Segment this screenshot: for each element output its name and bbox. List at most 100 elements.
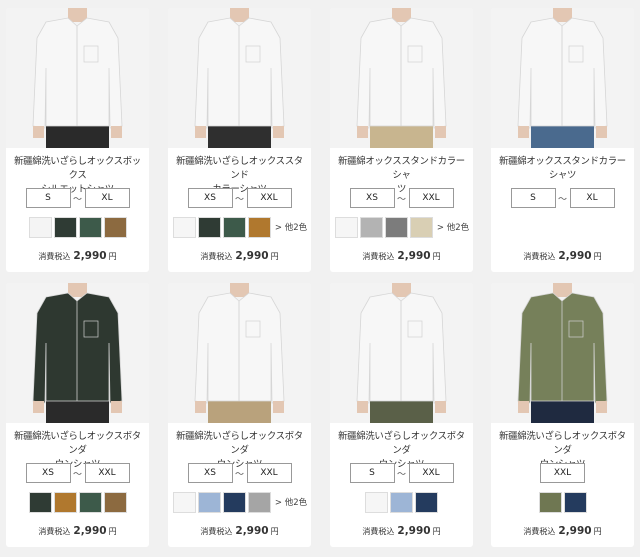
color-swatch[interactable]	[197, 216, 221, 238]
color-swatch[interactable]	[78, 216, 102, 238]
color-swatch[interactable]	[53, 216, 77, 238]
currency-yen: 円	[108, 527, 117, 536]
product-card[interactable]: 新疆綿洗いざらしオックスボックス シルエットシャツ S ～ XL 消費税込 2,990 円	[6, 8, 149, 272]
product-photo[interactable]	[330, 8, 473, 148]
product-photo[interactable]	[6, 283, 149, 423]
color-swatches: > 他2色	[330, 216, 473, 238]
color-swatch[interactable]	[390, 491, 413, 513]
size-range: XS ～ XXL	[330, 188, 473, 208]
size-range-separator: ～	[557, 194, 567, 205]
price-amount: 2,990	[73, 525, 107, 537]
shirt-icon	[330, 283, 473, 423]
product-card[interactable]: 新疆綿オックススタンドカラーシャツ XS ～ XXL > 他2色 消費税込 2,990 円	[330, 8, 473, 272]
size-max-box[interactable]: XL	[84, 188, 130, 208]
color-swatch[interactable]	[334, 216, 358, 238]
color-swatch[interactable]	[384, 216, 408, 238]
shirt-icon	[330, 8, 473, 148]
color-swatch[interactable]	[359, 216, 383, 238]
product-photo[interactable]	[6, 8, 149, 148]
color-swatch[interactable]	[563, 491, 587, 513]
color-swatch[interactable]	[172, 216, 196, 238]
color-swatches	[330, 491, 473, 513]
size-min-box[interactable]: S	[510, 188, 556, 208]
color-swatch[interactable]	[222, 491, 246, 513]
product-photo[interactable]	[168, 283, 311, 423]
color-swatches: > 他2色	[168, 491, 311, 513]
size-max-box[interactable]: XXL	[84, 463, 130, 483]
color-swatch[interactable]	[247, 491, 271, 513]
color-swatch[interactable]	[365, 491, 388, 513]
color-swatch[interactable]	[103, 216, 127, 238]
color-swatches	[6, 491, 149, 513]
product-price: 消費税込 2,990 円	[168, 244, 311, 263]
shirt-icon	[6, 283, 149, 423]
product-title-line1: 新疆綿洗いざらしオックスボタンダ	[176, 431, 303, 456]
color-swatches	[491, 216, 634, 238]
product-card[interactable]: 新疆綿洗いざらしオックスボタンダ ウンシャツ S ～ XXL 消費税込 2,990 円	[330, 283, 473, 547]
currency-yen: 円	[270, 252, 279, 261]
product-title[interactable]: 新疆綿オックススタンドカラーシャツ	[495, 155, 630, 183]
product-price: 消費税込 2,990 円	[491, 519, 634, 538]
product-card[interactable]: 新疆綿洗いざらしオックスボタンダウンシャツXXL消費税込2,990円	[491, 283, 634, 547]
color-swatch[interactable]	[415, 491, 438, 513]
size-max-box[interactable]: XL	[569, 188, 615, 208]
product-title-line1: 新疆綿洗いざらしオックスボタンダ	[338, 431, 465, 456]
tax-included-label: 消費税込	[200, 252, 233, 261]
more-colors-link[interactable]: > 他2色	[437, 221, 469, 233]
product-grid: 新疆綿洗いざらしオックスボックス シルエットシャツ S ～ XL 消費税込 2,990 円 新…	[0, 0, 640, 557]
product-photo[interactable]	[168, 8, 311, 148]
product-photo[interactable]	[491, 8, 634, 148]
product-card[interactable]: 新疆綿洗いざらしオックスボタンダ ウンシャツ XS ～ XXL 消費税込 2,990 円	[6, 283, 149, 547]
size-min-box[interactable]: XS	[25, 463, 71, 483]
more-colors-link[interactable]: > 他2色	[275, 221, 307, 233]
price-amount: 2,990	[558, 525, 592, 537]
color-swatch[interactable]	[78, 491, 102, 513]
color-swatch[interactable]	[409, 216, 433, 238]
product-photo[interactable]	[330, 283, 473, 423]
price-amount: 2,990	[73, 250, 107, 262]
size-range-separator: ～	[72, 469, 82, 480]
size-range-separator: ～	[72, 194, 82, 205]
size-min-box[interactable]: S	[25, 188, 71, 208]
tax-included-label: 消費税込	[362, 527, 395, 536]
product-card[interactable]: 新疆綿オックススタンドカラーシャツ S ～ XL 消費税込 2,990 円	[491, 8, 634, 272]
size-range: XS ～ XXL	[168, 188, 311, 208]
color-swatch[interactable]	[222, 216, 246, 238]
currency-yen: 円	[432, 252, 441, 261]
size-min-box[interactable]: S	[349, 463, 395, 483]
color-swatches	[6, 216, 149, 238]
size-max-box[interactable]: XXL	[246, 463, 292, 483]
size-min-box[interactable]: XXL	[540, 463, 585, 483]
color-swatch[interactable]	[197, 491, 221, 513]
price-amount: 2,990	[235, 250, 269, 262]
color-swatch[interactable]	[538, 491, 562, 513]
product-card[interactable]: 新疆綿洗いざらしオックススタンド カラーシャツ XS ～ XXL > 他2色 消費税込 2,9…	[168, 8, 311, 272]
product-title-line1: 新疆綿洗いざらしオックスボタンダ	[14, 431, 141, 456]
price-amount: 2,990	[235, 525, 269, 537]
size-range-separator: ～	[234, 194, 244, 205]
color-swatch[interactable]	[28, 216, 52, 238]
tax-included-label: 消費税込	[200, 527, 233, 536]
more-colors-link[interactable]: > 他2色	[275, 496, 307, 508]
size-max-box[interactable]: XXL	[408, 463, 454, 483]
size-range-separator: ～	[234, 469, 244, 480]
color-swatch[interactable]	[53, 491, 77, 513]
product-photo[interactable]	[491, 283, 634, 423]
color-swatches: > 他2色	[168, 216, 311, 238]
size-range: S ～ XL	[491, 188, 634, 208]
size-min-box[interactable]: XS	[187, 188, 233, 208]
size-max-box[interactable]: XXL	[246, 188, 292, 208]
size-min-box[interactable]: XS	[187, 463, 233, 483]
product-card[interactable]: 新疆綿洗いざらしオックスボタンダ ウンシャツ XS ～ XXL > 他2色 消費税込 2,99…	[168, 283, 311, 547]
size-min-box[interactable]: XS	[349, 188, 395, 208]
size-max-box[interactable]: XXL	[408, 188, 454, 208]
currency-yen: 円	[593, 252, 602, 261]
color-swatch[interactable]	[172, 491, 196, 513]
tax-included-label: 消費税込	[362, 252, 395, 261]
color-swatch[interactable]	[103, 491, 127, 513]
size-range: XS ～ XXL	[168, 463, 311, 483]
shirt-icon	[168, 283, 311, 423]
size-range: S ～ XXL	[330, 463, 473, 483]
color-swatch[interactable]	[28, 491, 52, 513]
color-swatch[interactable]	[247, 216, 271, 238]
